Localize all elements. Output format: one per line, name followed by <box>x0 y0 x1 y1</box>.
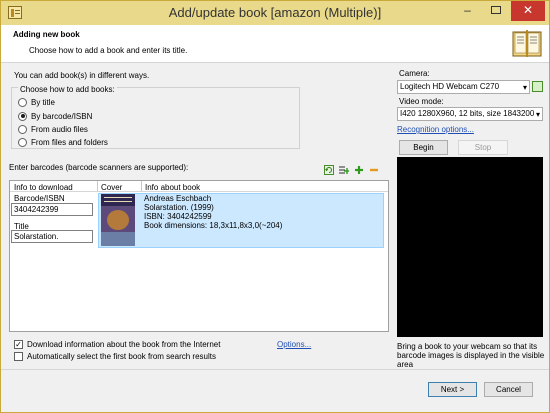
chevron-down-icon: ▾ <box>522 83 527 92</box>
radio-label: By title <box>31 97 56 107</box>
video-mode-select[interactable]: I420 1280X960, 12 bits, size 1843200 ▾ <box>397 107 543 121</box>
open-book-icon <box>512 30 542 57</box>
video-mode-label: Video mode: <box>399 97 444 106</box>
stop-button[interactable]: Stop <box>458 140 508 155</box>
radio-label: From audio files <box>31 124 88 134</box>
title-bar[interactable]: Add/update book [amazon (Multiple)] – ✕ <box>1 1 549 25</box>
barcodes-label: Enter barcodes (barcode scanners are sup… <box>9 163 189 172</box>
remove-icon[interactable] <box>369 165 379 175</box>
checkbox-checked: ✓ <box>14 339 23 349</box>
header-title: Adding new book <box>13 30 80 39</box>
radio-by-barcode[interactable]: By barcode/ISBN <box>18 111 92 121</box>
intro-text: You can add book(s) in different ways. <box>14 71 150 80</box>
radio-label: By barcode/ISBN <box>31 111 93 121</box>
header-divider <box>10 191 388 192</box>
title-input[interactable]: Solarstation. <box>11 230 93 243</box>
wizard-header: Adding new book Choose how to add a book… <box>1 25 549 63</box>
cancel-button[interactable]: Cancel <box>484 382 533 397</box>
book-cover-image <box>101 194 135 246</box>
checkbox-label: Download information about the book from… <box>27 339 221 349</box>
camera-label: Camera: <box>399 69 430 78</box>
download-info-checkbox[interactable]: ✓ Download information about the book fr… <box>14 339 220 349</box>
checkbox-unchecked <box>14 351 23 361</box>
column-separator <box>141 181 142 191</box>
camera-preview <box>397 157 543 337</box>
recognition-options-link[interactable]: Recognition options... <box>397 125 474 134</box>
column-separator <box>97 181 98 191</box>
maximize-button[interactable] <box>482 1 509 21</box>
radio-indicator-selected <box>18 111 27 121</box>
camera-select-value: Logitech HD Webcam C270 <box>400 82 500 91</box>
book-author: Andreas Eschbach <box>144 194 212 203</box>
next-button[interactable]: Next > <box>428 382 477 397</box>
camera-select[interactable]: Logitech HD Webcam C270 ▾ <box>397 80 530 94</box>
radio-label: From files and folders <box>31 137 108 147</box>
minimize-button[interactable]: – <box>454 1 481 21</box>
barcode-input[interactable]: 3404242399 <box>11 203 93 216</box>
video-mode-value: I420 1280X960, 12 bits, size 1843200 <box>400 109 535 118</box>
begin-button[interactable]: Begin <box>399 140 448 155</box>
refresh-icon[interactable] <box>324 165 334 175</box>
header-subtitle: Choose how to add a book and enter its t… <box>29 46 188 55</box>
book-isbn: ISBN: 3404242599 <box>144 212 212 221</box>
radio-from-audio[interactable]: From audio files <box>18 124 88 134</box>
radio-indicator <box>18 124 27 134</box>
maximize-icon <box>491 6 501 14</box>
close-button[interactable]: ✕ <box>511 1 545 21</box>
radio-indicator <box>18 137 27 147</box>
dialog-window: Add/update book [amazon (Multiple)] – ✕ … <box>0 0 550 413</box>
radio-from-files[interactable]: From files and folders <box>18 137 108 147</box>
book-dimensions: Book dimensions: 18,3x11,8x3,0(~204) <box>144 221 283 230</box>
checkbox-label: Automatically select the first book from… <box>27 351 216 361</box>
auto-select-checkbox[interactable]: Automatically select the first book from… <box>14 351 216 361</box>
choose-method-title: Choose how to add books: <box>18 85 117 94</box>
chevron-down-icon: ▾ <box>535 110 540 119</box>
camera-hint: Bring a book to your webcam so that its … <box>397 342 545 369</box>
options-link[interactable]: Options... <box>277 340 311 349</box>
add-rows-icon[interactable] <box>339 165 349 175</box>
radio-indicator <box>18 97 27 107</box>
book-title-year: Solarstation. (1999) <box>144 203 214 212</box>
camera-refresh-icon[interactable] <box>532 81 543 92</box>
add-icon[interactable] <box>354 165 364 175</box>
radio-by-title[interactable]: By title <box>18 97 55 107</box>
footer-divider <box>1 369 549 370</box>
barcode-label: Barcode/ISBN <box>14 194 65 203</box>
